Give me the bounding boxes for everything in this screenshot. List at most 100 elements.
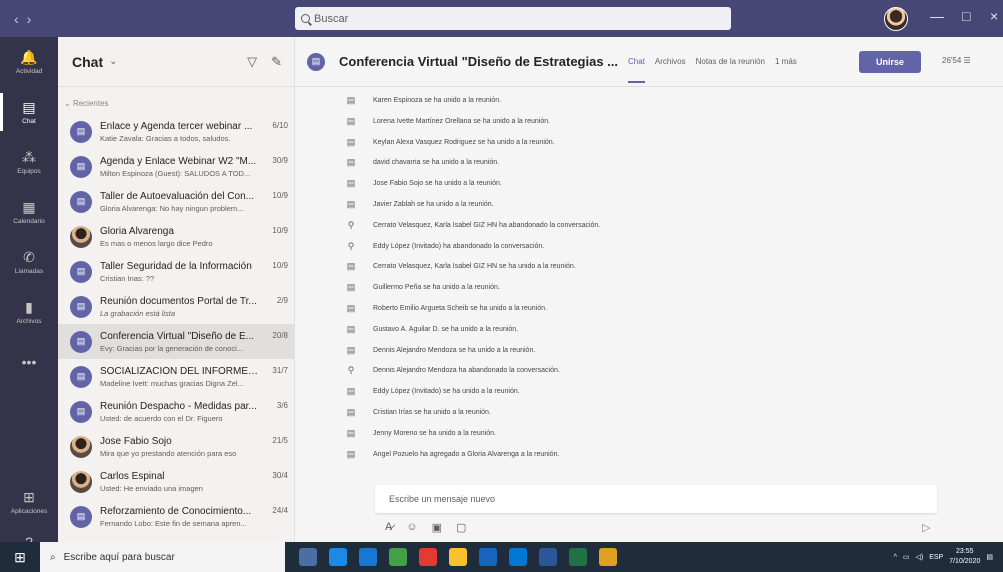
back-arrow-icon[interactable]: ‹: [14, 11, 19, 27]
tab-meeting-notes[interactable]: Notas de la reunión: [696, 57, 765, 66]
rail-item-calendar[interactable]: ▦ Calendario: [0, 187, 58, 237]
meeting-icon: ▤: [70, 155, 92, 178]
chat-list-item[interactable]: ▤ Conferencia Virtual "Diseño de E... 20/8…: [58, 324, 294, 359]
notification-icon[interactable]: ▤: [986, 553, 993, 561]
taskbar-app-icon[interactable]: [509, 548, 527, 566]
taskbar-search-placeholder: Escribe aquí para buscar: [63, 551, 175, 563]
profile-avatar[interactable]: [884, 7, 908, 31]
taskbar-app-icon[interactable]: [539, 548, 557, 566]
volume-icon[interactable]: ◁): [915, 553, 923, 561]
system-message-text: Eddy López (Invitado) se ha unido a la r…: [373, 388, 520, 396]
emoji-icon[interactable]: ☺: [406, 521, 417, 534]
chat-name: Carlos Espinal: [100, 470, 165, 482]
meeting-join-icon: ▤: [346, 344, 356, 355]
clock[interactable]: 23:55 7/10/2020: [949, 547, 980, 567]
chat-list-item[interactable]: ▤ Reforzamiento de Conocimiento... 24/4 Fer…: [58, 499, 294, 534]
meeting-timer: 26'54 ☰: [942, 56, 971, 65]
meeting-join-icon: ▤: [346, 448, 356, 459]
format-icon[interactable]: A̷: [385, 521, 392, 534]
system-message: ▤ Lorena Ivette Martínez Orellana se ha u…: [345, 116, 550, 127]
meeting-icon: ▤: [70, 400, 92, 423]
network-icon[interactable]: ▭: [903, 553, 910, 561]
search-input[interactable]: Buscar: [295, 7, 731, 30]
chat-list-item[interactable]: Carlos Espinal 30/4 Usted: He enviado una …: [58, 464, 294, 499]
send-icon[interactable]: ▷: [922, 521, 930, 534]
rail-label: Chat: [22, 118, 36, 125]
taskbar-app-icon[interactable]: [449, 548, 467, 566]
gif-icon[interactable]: ▣: [432, 521, 442, 534]
composer-placeholder: Escribe un mensaje nuevo: [389, 494, 496, 504]
chat-date: 10/9: [272, 190, 288, 200]
more-icon: •••: [21, 354, 37, 370]
taskbar-app-icon[interactable]: [479, 548, 497, 566]
chat-list-item[interactable]: ▤ SOCIALIZACIÓN DEL INFORME A... 31/7 Madel…: [58, 359, 294, 394]
title-bar: ‹ › Buscar — □ ×: [0, 0, 1003, 37]
rail-item-bell[interactable]: 🔔 Actividad: [0, 37, 58, 87]
rail-item-file[interactable]: ▮ Archivos: [0, 287, 58, 337]
windows-start-icon[interactable]: ⊞: [0, 542, 40, 572]
join-button[interactable]: Unirse: [859, 51, 921, 73]
rail-item-more[interactable]: •••: [0, 337, 58, 387]
system-message-text: Javier Zablah se ha unido a la reunión.: [373, 201, 494, 208]
chat-list-item[interactable]: ▤ Taller de Autoevaluación del Con... 10/9…: [58, 184, 294, 219]
minimize-button[interactable]: —: [930, 8, 944, 24]
chat-date: 30/4: [272, 470, 288, 480]
meeting-join-icon: ▤: [346, 427, 356, 438]
rail-item-teams[interactable]: ⁂ Equipos: [0, 137, 58, 187]
chat-list-item[interactable]: ▤ Enlace y Agenda tercer webinar ... 6/10 K…: [58, 114, 294, 149]
apps-icon: ⊞: [23, 488, 35, 505]
chat-name: Reunión Despacho - Medidas par...: [100, 400, 257, 412]
avatar: [70, 435, 92, 458]
new-chat-icon[interactable]: ✎: [271, 54, 282, 70]
chat-preview: Gloria Alvarenga: No hay ningun problem.…: [100, 203, 244, 213]
meeting-join-icon: ▤: [346, 157, 356, 168]
meeting-icon: ▤: [70, 330, 92, 353]
composer-toolbar: A̷ ☺ ▣ ▢: [385, 521, 466, 534]
chat-list-item[interactable]: Jose Fabio Sojo 21/5 Mira que yo prestando…: [58, 429, 294, 464]
forward-arrow-icon[interactable]: ›: [27, 11, 32, 27]
taskbar-app-icon[interactable]: [299, 548, 317, 566]
taskbar-app-icon[interactable]: [419, 548, 437, 566]
recents-label[interactable]: ⌄ Recientes: [58, 87, 294, 113]
maximize-button[interactable]: □: [962, 8, 970, 24]
system-message-text: Jenny Moreno se ha unido a la reunión.: [373, 429, 496, 437]
meeting-join-icon: ▤: [346, 115, 356, 126]
taskbar-app-icon[interactable]: [569, 548, 587, 566]
taskbar-app-icon[interactable]: [599, 548, 617, 566]
language-indicator[interactable]: ESP: [929, 554, 943, 561]
taskbar-app-icon[interactable]: [359, 548, 377, 566]
chevron-down-icon[interactable]: ⌄: [109, 56, 117, 67]
chat-name: Taller de Autoevaluación del Con...: [100, 190, 254, 202]
chevron-up-icon[interactable]: ^: [894, 554, 897, 561]
rail-item-apps[interactable]: ⊞ Aplicaciones: [0, 482, 58, 522]
rail-item-chat[interactable]: ▤ Chat: [0, 87, 58, 137]
system-message-text: Karen Espinoza se ha unido a la reunión.: [373, 97, 502, 104]
taskbar-search[interactable]: ⌕ Escribe aquí para buscar: [40, 542, 285, 572]
chat-list-item[interactable]: Gloria Alvarenga 10/9 Es mas o menos largo…: [58, 219, 294, 254]
close-button[interactable]: ×: [990, 8, 998, 24]
taskbar-app-icon[interactable]: [389, 548, 407, 566]
tab-files[interactable]: Archivos: [655, 57, 686, 66]
rail-item-phone[interactable]: ✆ Llamadas: [0, 237, 58, 287]
chat-preview: Fernando Lobo: Este fin de semana apren.…: [100, 518, 247, 528]
chat-list-item[interactable]: ▤ Agenda y Enlace Webinar W2 "M... 30/9 Mil…: [58, 149, 294, 184]
chat-list-title[interactable]: Chat: [72, 54, 103, 70]
tab-chat[interactable]: Chat: [628, 57, 645, 83]
system-message: ▤ david chavarria se ha unido a la reunió…: [345, 157, 499, 168]
message-list[interactable]: ▤ Karen Espinoza se ha unido a la reunión…: [295, 89, 1003, 464]
filter-icon[interactable]: ▽: [247, 54, 257, 70]
chat-list-item[interactable]: ▤ Reunión Despacho - Medidas par... 3/6 Ust…: [58, 394, 294, 429]
sticker-icon[interactable]: ▢: [456, 521, 466, 534]
chat-preview: Milton Espinoza (Guest): SALUDOS A TOD..…: [100, 168, 251, 178]
conversation-header: ▤ Conferencia Virtual "Diseño de Estrate…: [295, 37, 1003, 87]
tab-more[interactable]: 1 más: [775, 57, 797, 66]
message-composer[interactable]: Escribe un mensaje nuevo: [375, 485, 937, 513]
chat-list-item[interactable]: ▤ Taller Seguridad de la Información 10/9 C…: [58, 254, 294, 289]
avatar: [70, 225, 92, 248]
chat-preview: Katie Zavala: Gracias a todos, saludos.: [100, 133, 231, 143]
taskbar-app-icon[interactable]: [329, 548, 347, 566]
rail-label: Calendario: [13, 218, 45, 225]
chat-list-item[interactable]: ▤ Reunión documentos Portal de Tr... 2/9 La…: [58, 289, 294, 324]
chat-icon: ▤: [22, 98, 36, 115]
rail-label: Archivos: [16, 318, 42, 325]
